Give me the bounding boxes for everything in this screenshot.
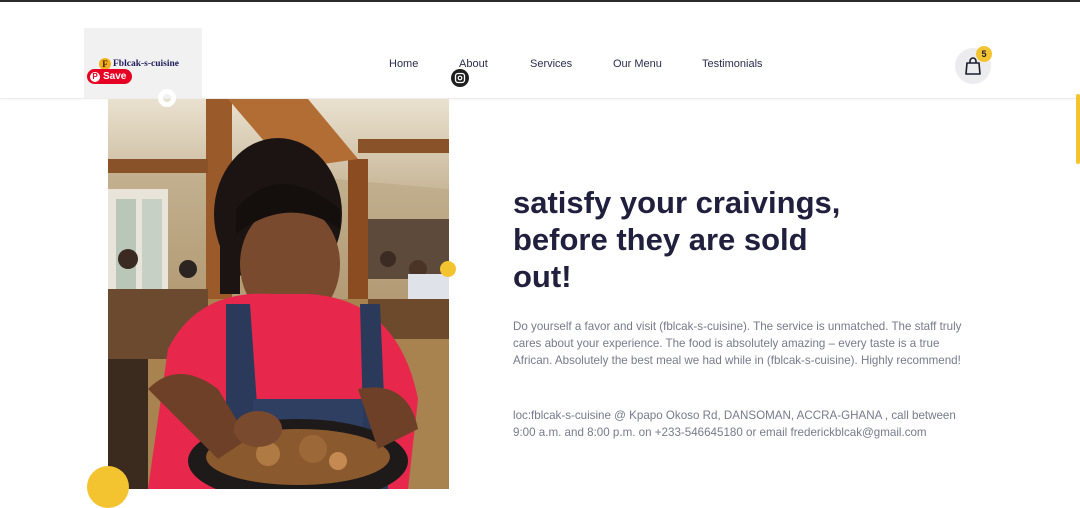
pinterest-save-button[interactable]: P Save (87, 69, 133, 84)
decorative-circle (87, 466, 129, 508)
decorative-ring (158, 89, 176, 107)
pinterest-icon: P (90, 71, 100, 82)
hero-title: satisfy your craivings, before they are … (513, 185, 841, 294)
contact-info: loc:fblcak-s-cuisine @ Kpapo Okoso Rd, D… (513, 409, 956, 439)
cart-count-badge: 5 (976, 46, 992, 62)
google-lens-icon[interactable] (451, 69, 469, 87)
nav-services[interactable]: Services (530, 58, 572, 70)
scrollbar-thumb[interactable] (1076, 94, 1080, 164)
hero-photo (108, 99, 449, 489)
nav-testimonials[interactable]: Testimonials (702, 58, 763, 70)
logo[interactable]: F Fblcak-s-cuisine P Save (84, 28, 202, 98)
hero-description: Do yourself a favor and visit (fblcak-s-… (513, 320, 962, 367)
decorative-dot (440, 261, 456, 277)
nav-our-menu[interactable]: Our Menu (613, 58, 662, 70)
site-header: F Fblcak-s-cuisine P Save Home About Ser… (0, 2, 1080, 99)
pinterest-save-label: Save (103, 71, 127, 82)
nav-home[interactable]: Home (389, 58, 418, 70)
